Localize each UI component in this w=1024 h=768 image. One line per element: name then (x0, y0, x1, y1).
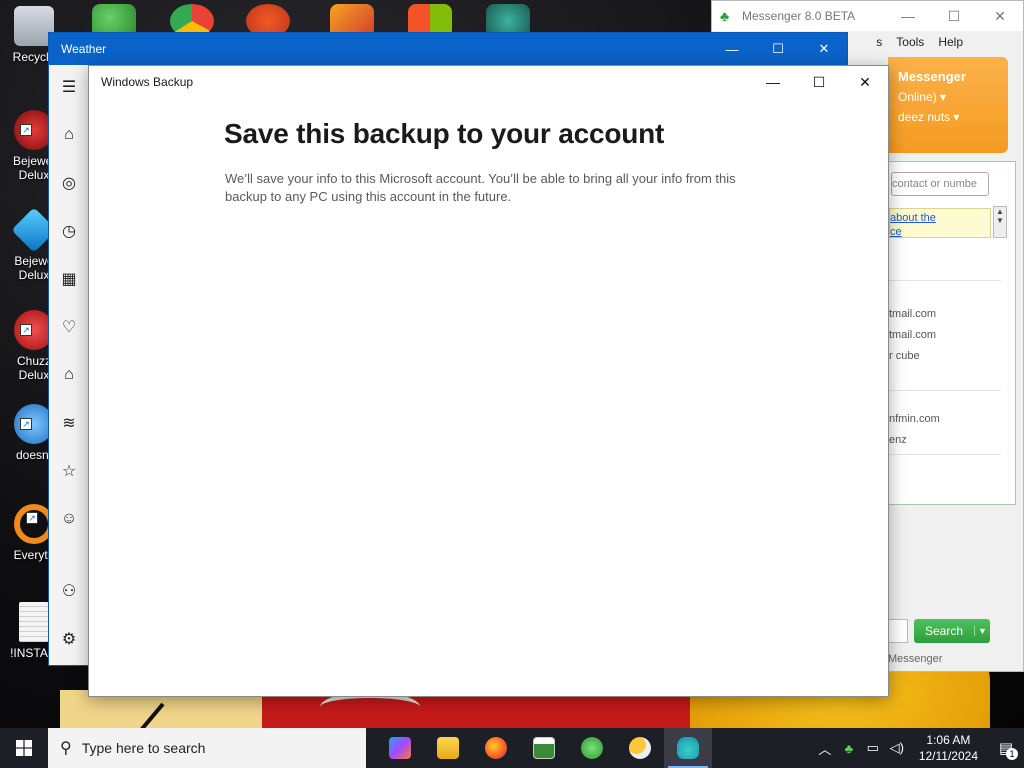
minimize-button[interactable]: — (709, 33, 755, 65)
messenger-status-bar: Messenger (888, 653, 943, 665)
shortcut-arrow-icon: ↗ (20, 124, 32, 136)
clock-icon[interactable]: ◷ (59, 221, 79, 241)
contact-item[interactable]: tmail.com (889, 329, 999, 341)
firefox-icon (485, 737, 507, 759)
contact-item[interactable]: r cube (889, 350, 999, 362)
clock-time: 1:06 AM (926, 733, 971, 747)
chevron-down-icon[interactable]: ▼ (974, 626, 990, 636)
search-button[interactable]: Search ▼ (914, 619, 990, 643)
taskbar-copilot[interactable] (376, 728, 424, 768)
info-link-line: ce (890, 226, 902, 238)
favorites-icon[interactable]: ☆ (59, 461, 79, 481)
home-icon[interactable]: ⌂ (59, 125, 79, 145)
divider (889, 390, 1001, 391)
divider (889, 454, 1001, 455)
divider (889, 280, 1001, 281)
contact-item[interactable]: nfmin.com (889, 413, 999, 425)
messenger-header-name[interactable]: deez nuts ▾ (898, 110, 1008, 124)
search-input[interactable] (888, 619, 908, 643)
volume-icon[interactable]: ◁) (885, 740, 909, 756)
maximize-button[interactable]: ☐ (931, 1, 977, 31)
status-label: Online) (898, 90, 937, 104)
chevron-up-icon[interactable]: ︿ (813, 739, 837, 758)
search-placeholder: Type here to search (81, 740, 206, 756)
messenger-header-status[interactable]: Online) ▾ (898, 90, 1008, 104)
messenger-buddy-icon (581, 737, 603, 759)
maximize-button[interactable]: ☐ (755, 33, 801, 65)
notification-center-button[interactable]: ▤ 1 (988, 728, 1024, 768)
shortcut-arrow-icon: ↗ (20, 418, 32, 430)
chart-icon[interactable]: ≋ (59, 413, 79, 433)
minimize-button[interactable]: — (750, 66, 796, 98)
gear-icon[interactable]: ⚙ (59, 629, 79, 649)
notification-badge: 1 (1006, 748, 1018, 760)
close-button[interactable]: ✕ (842, 66, 888, 98)
contact-item[interactable]: enz (889, 434, 999, 446)
hamburger-menu-icon[interactable]: ☰ (59, 77, 79, 97)
messenger-contact-panel: contact or numbe about the ce ▲ ▼ tmail.c… (888, 161, 1016, 505)
search-icon: ⚲ (60, 740, 72, 757)
taskbar-firefox[interactable] (472, 728, 520, 768)
maximize-button[interactable]: ☐ (796, 66, 842, 98)
start-button[interactable] (0, 728, 48, 768)
taskbar-clock[interactable]: 1:06 AM 12/11/2024 (909, 732, 988, 764)
messenger-buddy-icon: ♣ (720, 8, 730, 24)
shortcut-arrow-icon: ↗ (20, 324, 32, 336)
window-icon (533, 737, 555, 759)
search-button-label: Search (924, 624, 964, 638)
taskbar-search-input[interactable]: ⚲ Type here to search (48, 728, 366, 768)
messenger-profile-header: Messenger Online) ▾ deez nuts ▾ (888, 57, 1008, 153)
taskbar-weather[interactable] (616, 728, 664, 768)
add-user-icon[interactable]: ⚇ (59, 581, 79, 601)
heart-icon[interactable]: ♡ (59, 317, 79, 337)
menu-item-partial[interactable]: s (876, 35, 882, 49)
info-scrollbar[interactable]: ▲ ▼ (993, 206, 1007, 238)
minimize-button[interactable]: — (885, 1, 931, 31)
text-file-icon (19, 602, 49, 642)
menu-item-help[interactable]: Help (938, 35, 963, 49)
shortcut-arrow-icon: ↗ (26, 512, 38, 524)
network-icon[interactable]: ▭ (861, 740, 885, 756)
weather-icon (629, 737, 651, 759)
page-title: Save this backup to your account (224, 118, 665, 149)
radar-icon[interactable]: ◎ (59, 173, 79, 193)
calendar-icon[interactable]: ▦ (59, 269, 79, 289)
messenger-header-title: Messenger (898, 69, 966, 84)
info-link[interactable]: about the ce (889, 208, 991, 238)
backup-description: We’ll save your info to this Microsoft a… (225, 171, 736, 204)
taskbar-file-explorer[interactable] (424, 728, 472, 768)
messenger-title: Messenger 8.0 BETA (742, 9, 856, 23)
cloud-upload-icon (677, 737, 699, 759)
taskbar-app-window[interactable] (520, 728, 568, 768)
copilot-icon (389, 737, 411, 759)
windows-logo-icon (16, 740, 32, 756)
taskbar: ⚲ Type here to search ︿ ♣ ▭ ◁) 1:06 AM 1… (0, 728, 1024, 768)
backup-title: Windows Backup (101, 75, 194, 89)
contact-item[interactable]: tmail.com (889, 308, 999, 320)
taskbar-windows-backup[interactable] (664, 728, 712, 768)
menu-item-tools[interactable]: Tools (896, 35, 924, 49)
weather-sidebar: ☰ ⌂ ◎ ◷ ▦ ♡ ⌂ ≋ ☆ ☺ ⚇ ⚙ (49, 65, 89, 665)
folder-icon (437, 737, 459, 759)
weather-title: Weather (61, 42, 107, 56)
info-link-line: about the (890, 212, 936, 224)
messenger-tray-icon[interactable]: ♣ (837, 741, 861, 756)
windows-backup-window: Windows Backup — ☐ ✕ Save this backup to… (88, 65, 889, 697)
display-name: deez nuts (898, 110, 951, 124)
smiley-icon[interactable]: ☺ (59, 509, 79, 529)
taskbar-messenger[interactable] (568, 728, 616, 768)
close-button[interactable]: ✕ (977, 1, 1023, 31)
system-tray: ︿ ♣ ▭ ◁) 1:06 AM 12/11/2024 ▤ 1 (813, 728, 1024, 768)
close-button[interactable]: ✕ (801, 33, 847, 65)
building-icon[interactable]: ⌂ (59, 365, 79, 385)
clock-date: 12/11/2024 (918, 749, 978, 763)
contact-search-input[interactable]: contact or numbe (891, 172, 989, 196)
